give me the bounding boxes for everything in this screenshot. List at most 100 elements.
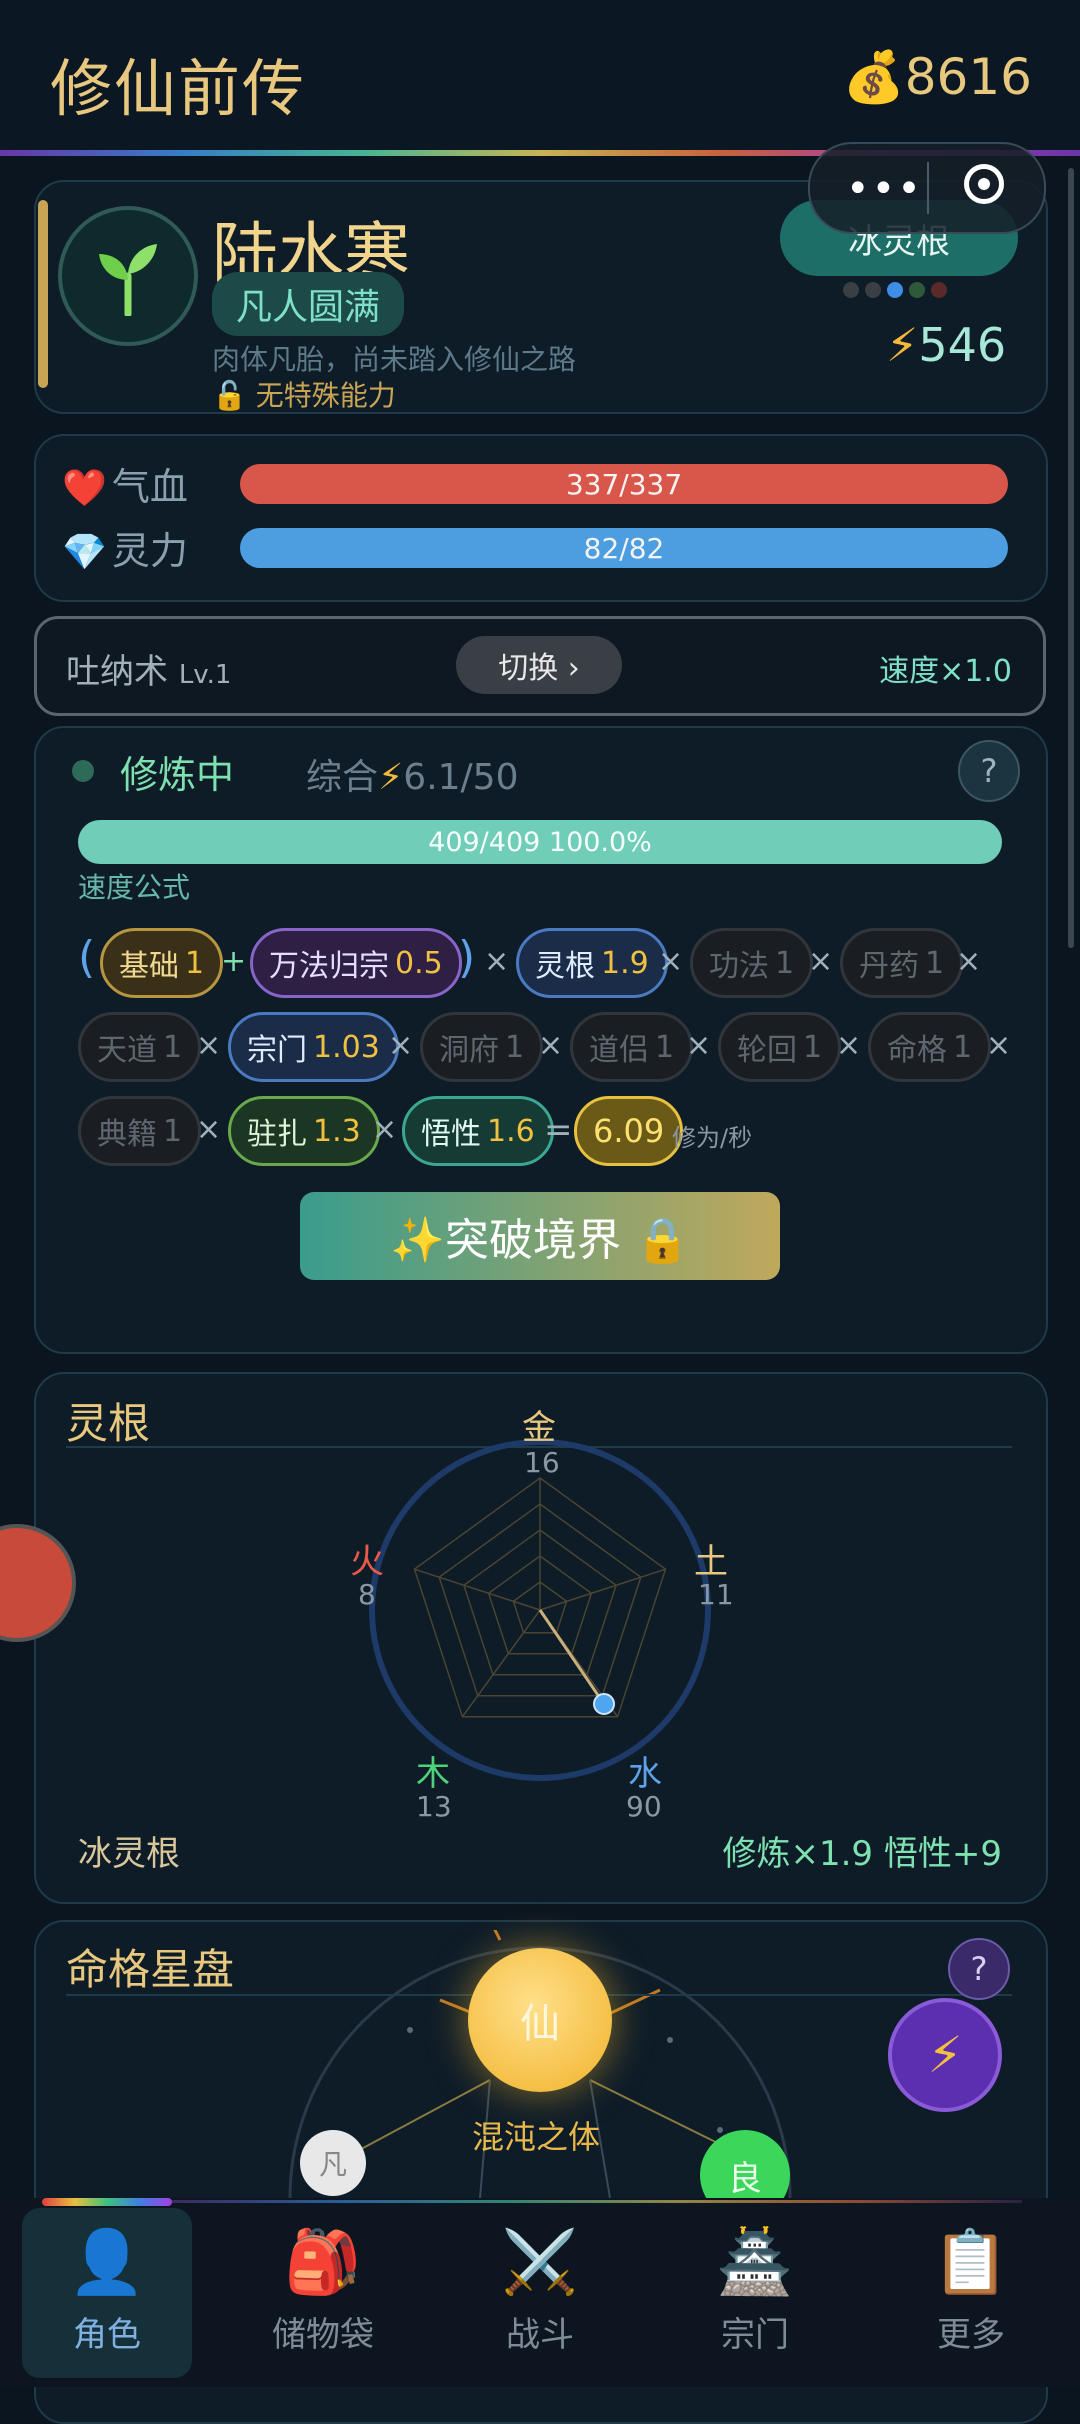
radar-value-point	[593, 1693, 615, 1715]
more-options-button[interactable]: •••	[846, 166, 923, 212]
element-earth-value: 11	[698, 1578, 734, 1611]
coin-balance: 💰8616	[842, 48, 1032, 107]
crossed-swords-icon: ⚔️	[501, 2224, 579, 2298]
capsule-divider	[927, 162, 929, 214]
chip-technique[interactable]: 功法 1	[690, 928, 814, 998]
hp-value: 337/337	[565, 467, 683, 501]
power-value: 546	[918, 318, 1007, 372]
formula-equals: =	[544, 1110, 573, 1150]
sprout-icon	[99, 244, 157, 316]
app-title: 修仙前传	[50, 52, 307, 125]
spirit-root-type: 冰灵根	[78, 1834, 180, 1874]
formula-open-paren: (	[78, 932, 96, 983]
avatar[interactable]	[58, 206, 198, 346]
formula-times: ×	[388, 1028, 414, 1063]
chip-cave[interactable]: 洞府 1	[420, 1012, 544, 1082]
formula-result: 6.09	[574, 1096, 684, 1166]
coin-amount: 8616	[904, 48, 1032, 106]
nav-tab-bag[interactable]: 🎒 储物袋	[238, 2208, 408, 2378]
nav-tab-sect[interactable]: 🏯 宗门	[670, 2208, 840, 2378]
nav-tab-character[interactable]: 👤 角色	[22, 2208, 192, 2378]
hp-row: ❤️ 气血	[62, 456, 188, 511]
root-dot	[931, 282, 947, 298]
close-miniprogram-button[interactable]	[964, 164, 1004, 204]
element-water-value: 90	[626, 1790, 662, 1823]
formula-times: ×	[956, 944, 982, 979]
destiny-center-node[interactable]: 仙	[468, 1948, 612, 2092]
star-chart-title: 命格星盘	[66, 1945, 235, 1994]
chip-wanfa[interactable]: 万法归宗 0.5	[250, 928, 462, 998]
technique-speed: 速度×1.0	[879, 654, 1012, 689]
clipboard-icon: 📋	[932, 2224, 1010, 2298]
destiny-node-mortal[interactable]: 凡	[300, 2130, 366, 2196]
formula-times: ×	[686, 1028, 712, 1063]
root-indicator-dots	[843, 282, 947, 298]
mp-value: 82/82	[583, 531, 665, 565]
chip-heaven[interactable]: 天道 1	[78, 1012, 202, 1082]
root-dot	[843, 282, 859, 298]
chip-sect[interactable]: 宗门 1.03	[228, 1012, 399, 1082]
element-water: 水	[628, 1754, 662, 1794]
nav-label: 储物袋	[272, 2314, 374, 2355]
chip-partner[interactable]: 道侣 1	[570, 1012, 694, 1082]
formula-times: ×	[658, 944, 684, 979]
formula-times: ×	[538, 1028, 564, 1063]
mp-label: 灵力	[111, 529, 188, 573]
realm-badge: 凡人圆满	[212, 272, 405, 336]
chip-pill[interactable]: 丹药 1	[840, 928, 964, 998]
element-fire: 火	[350, 1542, 384, 1582]
chip-reincarnation[interactable]: 轮回 1	[718, 1012, 842, 1082]
spirit-root-bonus: 修炼×1.9 悟性+9	[722, 1834, 1003, 1874]
scrollbar[interactable]	[1068, 168, 1074, 948]
element-fire-value: 8	[358, 1578, 376, 1611]
formula-times: ×	[986, 1028, 1012, 1063]
chip-destiny[interactable]: 命格 1	[868, 1012, 992, 1082]
destiny-center-label: 混沌之体	[472, 2118, 601, 2156]
formula-plus: +	[221, 944, 247, 979]
mp-row: 💎 灵力	[62, 520, 188, 575]
backpack-icon: 🎒	[284, 2224, 362, 2298]
element-earth: 土	[694, 1542, 728, 1582]
nav-label: 宗门	[721, 2314, 789, 2355]
formula-title: 速度公式	[78, 871, 191, 904]
root-dot	[887, 282, 903, 298]
formula-unit: 修为/秒	[672, 1124, 753, 1152]
cultivation-progress-bar: 409/409 100.0%	[78, 820, 1002, 864]
element-wood: 木	[416, 1754, 450, 1794]
spirit-root-radar	[369, 1439, 711, 1781]
root-dot	[909, 282, 925, 298]
user-icon: 👤	[68, 2224, 146, 2298]
miniprogram-capsule: •••	[808, 142, 1046, 234]
money-bag-icon: 💰	[842, 48, 905, 106]
switch-technique-button[interactable]: 切换 ›	[456, 636, 622, 694]
star-chart-help-button[interactable]: ?	[948, 1938, 1010, 2000]
chip-base[interactable]: 基础 1	[100, 928, 224, 998]
hp-bar: 337/337	[240, 464, 1008, 504]
radar-value-line	[538, 1609, 606, 1705]
cultivation-help-button[interactable]: ?	[958, 740, 1020, 802]
nav-label: 更多	[937, 2314, 1005, 2355]
ability-line: 🔓 无特殊能力	[212, 374, 396, 414]
nav-tab-battle[interactable]: ⚔️ 战斗	[455, 2208, 625, 2378]
formula-times: ×	[372, 1112, 398, 1147]
breakthrough-button[interactable]: ✨突破境界 🔒	[300, 1192, 780, 1280]
diamond-icon: 💎	[62, 532, 107, 573]
profile-accent-bar	[38, 200, 48, 388]
nav-label: 角色	[73, 2314, 141, 2355]
nav-tab-more[interactable]: 📋 更多	[886, 2208, 1056, 2378]
hp-label: 气血	[111, 465, 188, 509]
element-metal-value: 16	[524, 1446, 560, 1479]
total-value: 6.1/50	[403, 757, 519, 798]
nav-rainbow-accent	[42, 2198, 172, 2206]
chip-station[interactable]: 驻扎 1.3	[228, 1096, 380, 1166]
total-label: 综合	[306, 757, 379, 798]
formula-times: ×	[808, 944, 834, 979]
heart-icon: ❤️	[62, 468, 107, 509]
chip-spirit-root[interactable]: 灵根 1.9	[516, 928, 668, 998]
formula-times: ×	[196, 1112, 222, 1147]
chip-classics[interactable]: 典籍 1	[78, 1096, 202, 1166]
lightning-icon[interactable]: ⚡	[888, 1998, 1002, 2112]
chip-comprehension[interactable]: 悟性 1.6	[402, 1096, 554, 1166]
formula-close-paren: )	[458, 932, 476, 983]
element-metal: 金	[522, 1408, 556, 1448]
